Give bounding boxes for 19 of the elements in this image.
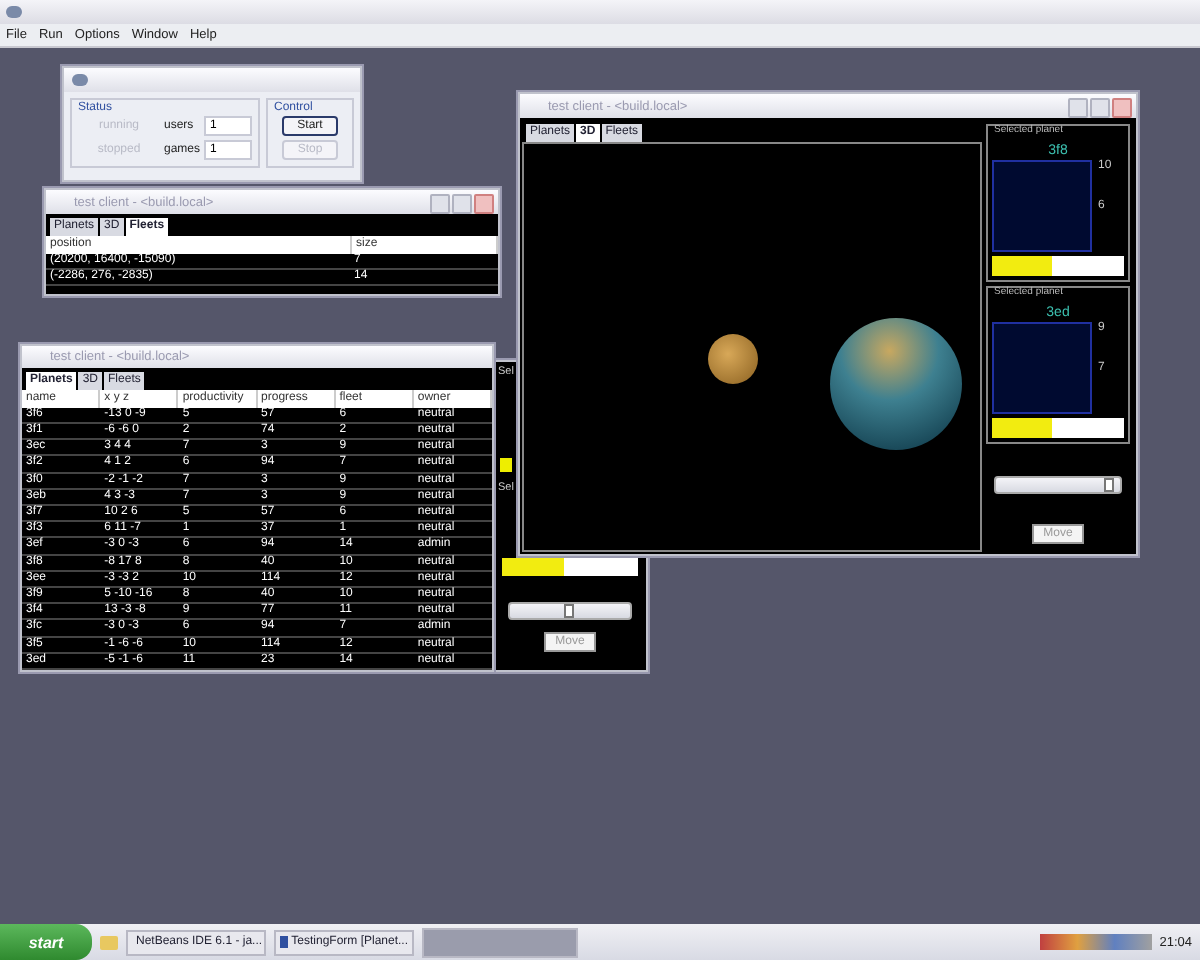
level-bar: [500, 458, 512, 472]
maximize-button[interactable]: [1090, 98, 1110, 118]
chart-area: [992, 160, 1092, 252]
app-icon: [6, 6, 22, 18]
planet-drawing[interactable]: [708, 334, 758, 384]
taskbar-button[interactable]: [422, 927, 578, 957]
folder-icon[interactable]: [100, 935, 118, 949]
slider-thumb[interactable]: [564, 604, 574, 618]
close-button[interactable]: [1112, 98, 1132, 118]
slider-thumb[interactable]: [1103, 477, 1114, 491]
slider[interactable]: [994, 475, 1122, 493]
minimize-button[interactable]: [430, 194, 450, 214]
slider[interactable]: [508, 602, 632, 620]
maximize-button[interactable]: [452, 194, 472, 214]
app-icon: [72, 74, 88, 86]
close-button[interactable]: [474, 194, 494, 214]
3d-viewport[interactable]: [522, 142, 982, 552]
minimize-button[interactable]: [1068, 98, 1088, 118]
chart-area: [992, 322, 1092, 414]
